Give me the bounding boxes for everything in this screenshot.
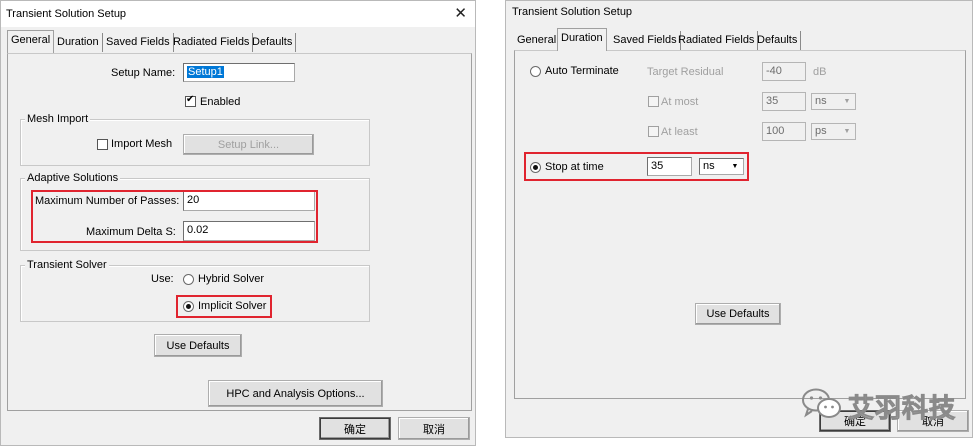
at-most-unit-value: ns [815,95,827,107]
at-least-input[interactable]: 100 [762,122,806,141]
watermark: 艾羽科技 [798,380,973,428]
target-residual-unit: dB [813,66,827,78]
left-tab-general[interactable]: General [7,30,55,53]
left-tab-saved-fields[interactable]: Saved Fields [103,33,174,52]
hybrid-solver-radio[interactable] [183,274,194,285]
at-least-unit-value: ps [815,125,827,137]
left-dialog: Transient Solution Setup ✕ General Durat… [0,0,476,446]
implicit-solver-highlight-box [176,295,272,318]
setup-name-input[interactable]: Setup1 [183,63,295,82]
left-dialog-title: Transient Solution Setup [6,8,127,20]
stop-at-time-highlight-box [524,152,749,181]
right-tab-radiated-fields[interactable]: Radiated Fields [675,31,759,50]
import-mesh-label: Import Mesh [111,138,173,150]
setup-link-button[interactable]: Setup Link... [183,134,314,155]
left-ok-button[interactable]: 确定 [319,417,391,440]
right-tab-defaults[interactable]: Defaults [754,31,802,50]
at-least-unit-combo[interactable]: ps ▼ [811,123,856,140]
wechat-logo-icon [802,388,841,418]
import-mesh-checkbox[interactable] [97,139,108,150]
mesh-import-group-label: Mesh Import [25,113,91,125]
right-use-defaults-button[interactable]: Use Defaults [695,303,781,325]
right-tab-saved-fields[interactable]: Saved Fields [610,31,681,50]
setup-name-value: Setup1 [187,66,224,78]
right-tab-duration[interactable]: Duration [557,28,607,51]
hybrid-solver-label: Hybrid Solver [198,273,265,285]
auto-terminate-label: Auto Terminate [545,65,619,77]
enabled-label: Enabled [200,96,241,108]
setup-name-label: Setup Name: [111,67,176,79]
at-most-label: At most [661,96,699,108]
watermark-text: 艾羽科技 [847,394,957,425]
left-tab-duration[interactable]: Duration [54,33,103,52]
right-tab-general[interactable]: General [514,31,561,50]
left-tab-radiated-fields[interactable]: Radiated Fields [170,33,254,52]
enabled-checkbox[interactable] [185,94,196,107]
at-least-label: At least [661,126,698,138]
right-dialog: Transient Solution Setup General Duratio… [505,0,973,438]
hpc-options-button[interactable]: HPC and Analysis Options... [208,380,383,407]
at-least-checkbox[interactable] [648,126,659,137]
at-most-checkbox[interactable] [648,96,659,107]
left-use-defaults-button[interactable]: Use Defaults [154,334,242,357]
at-most-input[interactable]: 35 [762,92,806,111]
right-tab-panel [514,50,966,399]
target-residual-input[interactable]: -40 [762,62,806,81]
auto-terminate-radio[interactable] [530,66,541,77]
transient-solver-group-label: Transient Solver [25,259,109,271]
left-titlebar: Transient Solution Setup ✕ [1,1,475,27]
at-most-unit-combo[interactable]: ns ▼ [811,93,856,110]
at-most-dropdown-icon: ▼ [843,98,851,105]
left-close-icon[interactable]: ✕ [454,4,467,22]
left-cancel-button[interactable]: 取消 [398,417,470,440]
adaptive-solutions-group-label: Adaptive Solutions [25,172,121,184]
left-tab-defaults[interactable]: Defaults [249,33,297,52]
right-titlebar: Transient Solution Setup [506,1,972,23]
adaptive-highlight-box [31,190,318,243]
target-residual-label: Target Residual [647,66,724,78]
use-label: Use: [151,273,174,285]
at-least-dropdown-icon: ▼ [843,128,851,135]
right-dialog-title: Transient Solution Setup [512,6,633,18]
